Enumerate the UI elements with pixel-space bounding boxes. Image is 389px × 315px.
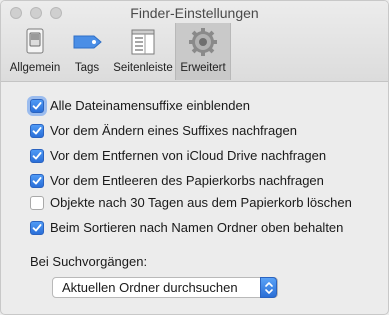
option-label: Beim Sortieren nach Namen Ordner oben be… — [50, 220, 344, 235]
search-scope-select[interactable]: Aktuellen Ordner durchsuchen — [52, 277, 278, 298]
tab-allgemein[interactable]: Allgemein — [5, 23, 65, 80]
updown-chevron-icon[interactable] — [260, 277, 277, 298]
option-label: Vor dem Ändern eines Suffixes nachfragen — [50, 123, 297, 138]
option-label: Objekte nach 30 Tagen aus dem Papierkorb… — [50, 195, 352, 210]
checkbox[interactable] — [30, 99, 44, 113]
checkbox[interactable] — [30, 124, 44, 138]
checkbox[interactable] — [30, 174, 44, 188]
tab-seitenleiste[interactable]: Seitenleiste — [111, 23, 175, 80]
tab-label: Erweitert — [180, 62, 226, 74]
sidebar-icon — [126, 27, 160, 57]
titlebar: Finder-Einstellungen Allgemein Tags Seit… — [1, 1, 388, 82]
tab-label: Allgemein — [9, 62, 61, 74]
gear-icon — [186, 27, 220, 57]
tab-erweitert[interactable]: Erweitert — [175, 23, 231, 80]
select-value: Aktuellen Ordner durchsuchen — [62, 280, 238, 295]
option-label: Alle Dateinamensuffixe einblenden — [50, 98, 250, 113]
option-label: Vor dem Entfernen von iCloud Drive nachf… — [50, 148, 327, 163]
tab-tags[interactable]: Tags — [65, 23, 109, 80]
search-scope-label: Bei Suchvorgängen: — [30, 254, 148, 269]
switch-icon — [18, 27, 52, 57]
tag-icon — [70, 27, 104, 57]
checkbox[interactable] — [30, 149, 44, 163]
checkbox[interactable] — [30, 196, 44, 210]
option-label: Vor dem Entleeren des Papierkorbs nachfr… — [50, 173, 324, 188]
checkbox[interactable] — [30, 221, 44, 235]
tab-label: Tags — [74, 62, 100, 74]
tab-label: Seitenleiste — [113, 62, 173, 74]
window-title: Finder-Einstellungen — [130, 5, 259, 21]
finder-preferences-window: Finder-Einstellungen Allgemein Tags Seit… — [0, 0, 389, 315]
